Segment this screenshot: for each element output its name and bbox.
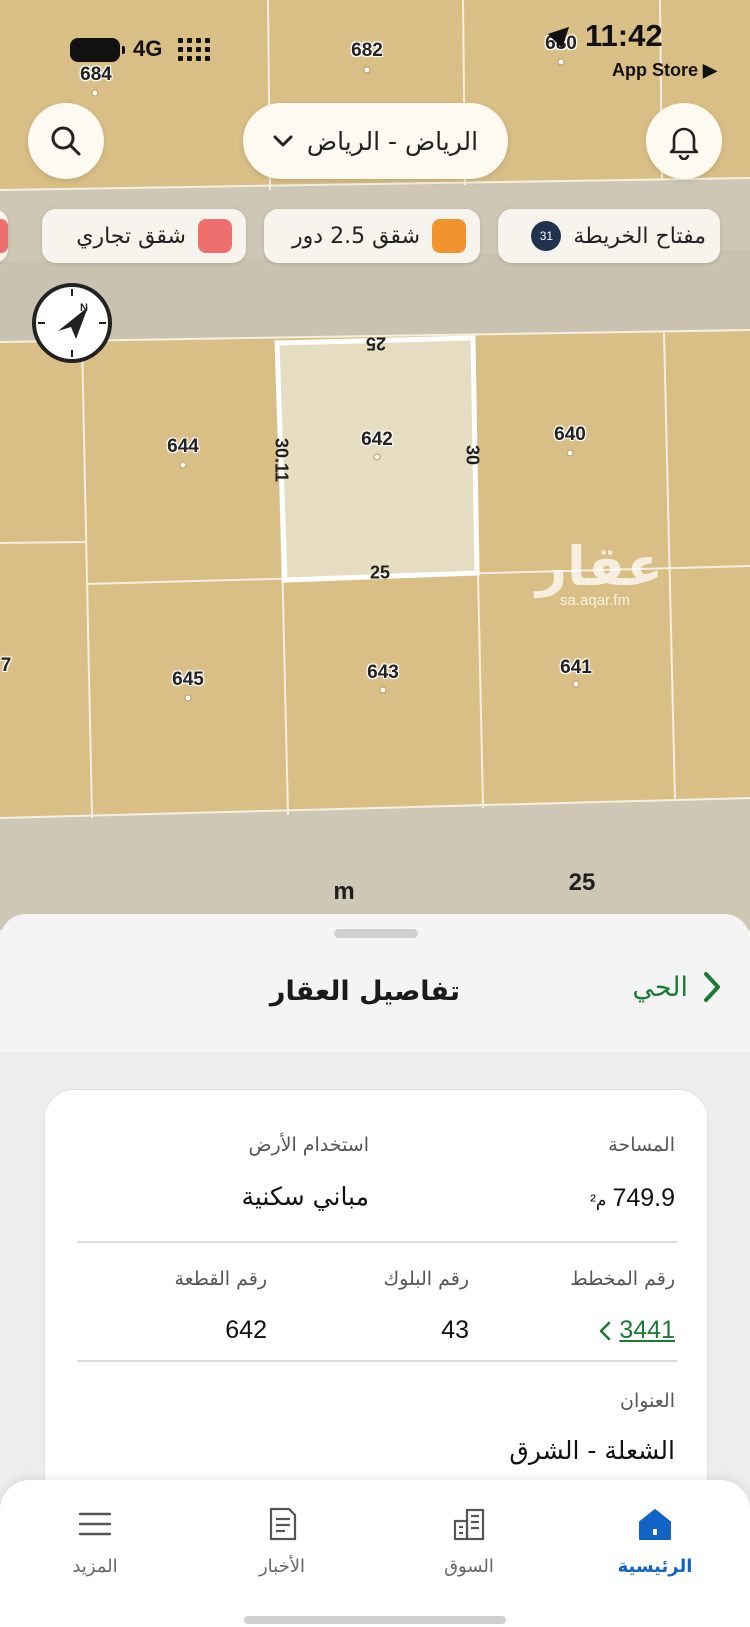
filter-chip-commercial-apartments[interactable]: شقق تجاري bbox=[42, 209, 246, 263]
plot-dot bbox=[179, 461, 187, 469]
chevron-down-icon bbox=[273, 135, 293, 147]
news-icon bbox=[262, 1504, 302, 1544]
search-button[interactable] bbox=[28, 103, 104, 179]
bottom-tab-bar: الرئيسية السوق الأخبار المزيد bbox=[0, 1480, 750, 1627]
plot-dot bbox=[184, 694, 192, 702]
dimension-right: 30 bbox=[462, 444, 483, 466]
filter-chip-row: مفتاح الخريطة 31 شقق 2.5 دور شقق تجاري bbox=[0, 209, 750, 263]
building-icon bbox=[449, 1504, 489, 1544]
map-key-label: مفتاح الخريطة bbox=[573, 223, 706, 249]
plot-dot bbox=[566, 449, 574, 457]
compass-icon: N bbox=[38, 289, 106, 357]
sheet-title: تفاصيل العقار bbox=[269, 976, 460, 1007]
tab-news-label: الأخبار bbox=[258, 1556, 305, 1577]
tab-market-label: السوق bbox=[444, 1556, 494, 1577]
plot-number-label: رقم القطعة bbox=[174, 1268, 267, 1290]
area-value-group: م² 749.9 bbox=[590, 1184, 675, 1213]
color-swatch-orange bbox=[432, 219, 466, 253]
chevron-right-icon bbox=[704, 972, 720, 1002]
block-number-value: 43 bbox=[441, 1316, 469, 1344]
plot-dot bbox=[557, 58, 565, 66]
home-indicator bbox=[244, 1616, 506, 1624]
street-width-bottom: 25 bbox=[568, 869, 596, 896]
tab-home[interactable]: الرئيسية bbox=[580, 1480, 730, 1600]
aqar-watermark: عقار bbox=[536, 535, 664, 598]
sheet-grabber[interactable] bbox=[334, 929, 418, 938]
compass-button[interactable]: N bbox=[32, 283, 112, 363]
filter-chip-label: شقق تجاري bbox=[76, 223, 186, 249]
plot-label-643[interactable]: 643 bbox=[367, 662, 399, 684]
tab-news[interactable]: الأخبار bbox=[207, 1480, 357, 1600]
color-swatch-red bbox=[0, 219, 8, 253]
plot-label-644[interactable]: 644 bbox=[167, 436, 199, 458]
street-unit: m bbox=[333, 878, 355, 905]
plot-label-642[interactable]: 642 bbox=[361, 429, 393, 451]
tab-more[interactable]: المزيد bbox=[20, 1480, 170, 1600]
plot-dot bbox=[572, 680, 580, 688]
plot-label-684[interactable]: 684 bbox=[80, 64, 112, 86]
address-label: العنوان bbox=[619, 1390, 675, 1412]
aqar-watermark-url: sa.aqar.fm bbox=[560, 592, 631, 609]
battery-icon bbox=[70, 38, 125, 62]
area-unit: م² bbox=[590, 1191, 607, 1210]
notifications-button[interactable] bbox=[646, 103, 722, 179]
map-key-count-badge: 31 bbox=[531, 221, 562, 251]
signal-icon bbox=[178, 38, 218, 62]
plot-dot bbox=[373, 453, 381, 461]
block-number-label: رقم البلوك bbox=[383, 1268, 469, 1290]
color-swatch-red bbox=[198, 219, 232, 253]
district-link-label: الحي bbox=[632, 971, 688, 1003]
land-use-value: مباني سكنية bbox=[241, 1182, 369, 1211]
back-to-app-store[interactable]: App Store ▶ bbox=[612, 60, 717, 81]
filter-chip-apartments-2-5[interactable]: شقق 2.5 دور bbox=[264, 209, 480, 263]
plot-label-640[interactable]: 640 bbox=[554, 424, 586, 446]
dimension-top: 25 bbox=[365, 333, 387, 354]
sheet-header: تفاصيل العقار الحي bbox=[0, 914, 750, 1052]
district-link[interactable]: الحي bbox=[632, 970, 722, 1004]
area-label: المساحة bbox=[608, 1134, 675, 1156]
area-value: 749.9 bbox=[612, 1184, 675, 1212]
plot-dot bbox=[363, 66, 371, 74]
dimension-left: 30.11 bbox=[271, 437, 292, 483]
plot-dot bbox=[379, 686, 387, 694]
address-value: الشعلة - الشرق bbox=[509, 1436, 675, 1465]
property-info-card: المساحة م² 749.9 استخدام الأرض مباني سكن… bbox=[44, 1089, 708, 1509]
map-key-chip[interactable]: مفتاح الخريطة 31 bbox=[498, 209, 720, 263]
filter-chip-label: شقق 2.5 دور bbox=[292, 223, 420, 249]
bell-icon bbox=[669, 127, 699, 160]
plot-number-value: 642 bbox=[225, 1316, 267, 1344]
plot-label-645[interactable]: 645 bbox=[172, 669, 204, 691]
chevron-left-icon bbox=[600, 1321, 611, 1340]
compass-north-letter: N bbox=[80, 302, 88, 314]
plan-number-link[interactable]: 3441 bbox=[599, 1316, 675, 1345]
home-icon bbox=[635, 1504, 675, 1544]
plot-label-edge[interactable]: 7 bbox=[1, 655, 12, 677]
menu-icon bbox=[75, 1504, 115, 1544]
plan-number-label: رقم المخطط bbox=[570, 1268, 675, 1290]
plot-label-641[interactable]: 641 bbox=[560, 657, 592, 679]
city-selector[interactable]: الرياض - الرياض bbox=[243, 103, 508, 179]
plot-label-682[interactable]: 682 bbox=[351, 40, 383, 62]
tab-home-label: الرئيسية bbox=[617, 1556, 693, 1577]
dimension-bottom: 25 bbox=[369, 562, 391, 583]
tab-more-label: المزيد bbox=[72, 1556, 118, 1577]
divider bbox=[77, 1360, 677, 1362]
divider bbox=[77, 1241, 677, 1243]
plan-number-value: 3441 bbox=[619, 1316, 675, 1344]
road-bottom bbox=[0, 798, 750, 930]
map-view[interactable]: 684 682 680 644 642 640 645 643 641 7 25… bbox=[0, 0, 750, 930]
plot-dot bbox=[91, 89, 99, 97]
status-time: 11:42 bbox=[585, 18, 663, 53]
tab-market[interactable]: السوق bbox=[394, 1480, 544, 1600]
network-type: 4G bbox=[133, 36, 163, 61]
filter-chip-partial[interactable] bbox=[0, 209, 8, 263]
search-icon bbox=[51, 126, 81, 156]
city-selector-label: الرياض - الرياض bbox=[306, 126, 479, 156]
land-use-label: استخدام الأرض bbox=[248, 1134, 369, 1156]
road-main bbox=[0, 250, 750, 342]
